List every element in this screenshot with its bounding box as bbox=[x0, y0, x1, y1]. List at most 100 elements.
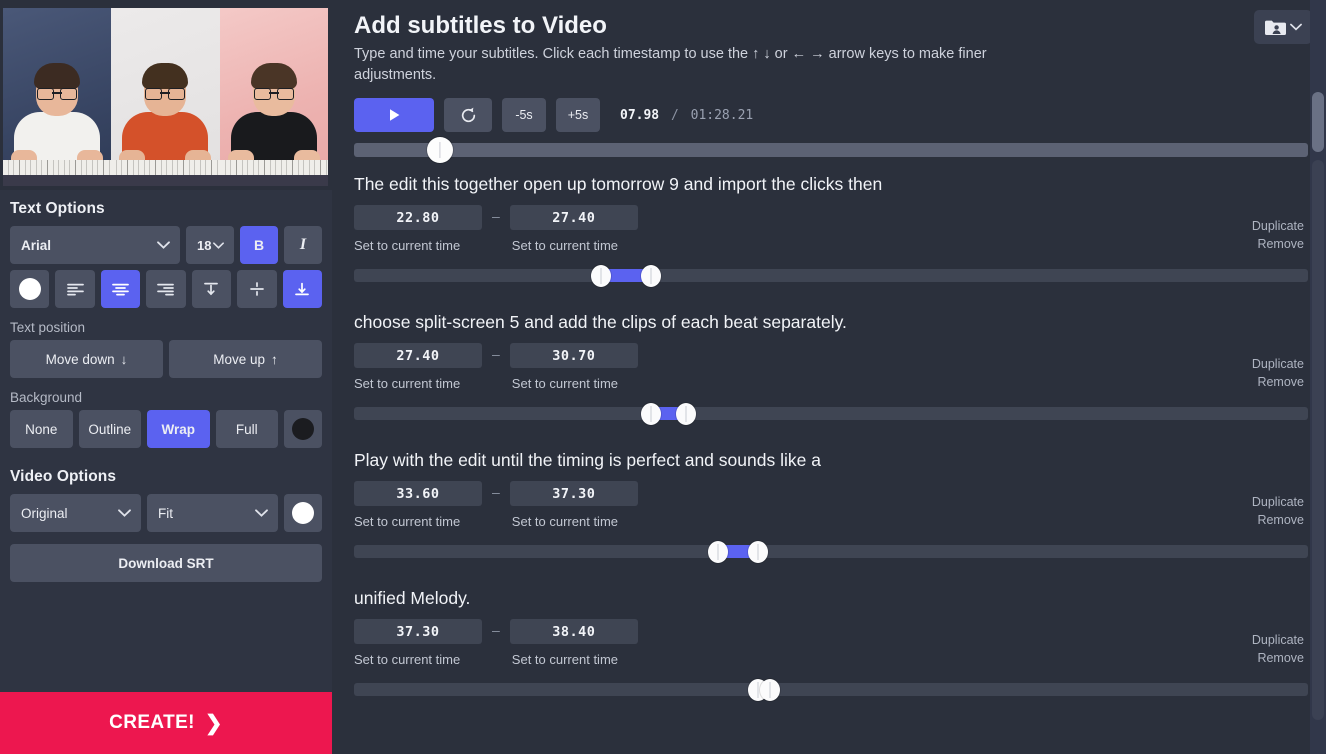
background-option-full[interactable]: Full bbox=[215, 410, 278, 448]
subtitle-text-input[interactable]: The edit this together open up tomorrow … bbox=[354, 171, 1308, 205]
start-time-field: 27.40 Set to current time bbox=[354, 343, 482, 391]
restart-button[interactable] bbox=[444, 98, 492, 133]
subtitle-entry-actions: Duplicate Remove bbox=[1252, 631, 1304, 667]
current-time: 07.98 bbox=[620, 107, 660, 123]
duplicate-link[interactable]: Duplicate bbox=[1252, 493, 1304, 511]
main-panel: Add subtitles to Video Type and time you… bbox=[332, 0, 1326, 754]
create-label: CREATE! bbox=[109, 712, 195, 733]
background-row: None Outline Wrap Full bbox=[10, 410, 322, 448]
move-up-button[interactable]: Move up ↑ bbox=[169, 340, 322, 378]
play-button[interactable] bbox=[354, 98, 434, 133]
keyboard-instrument bbox=[111, 160, 220, 186]
subtitle-entry: Play with the edit until the timing is p… bbox=[354, 447, 1308, 563]
set-end-to-current-time[interactable]: Set to current time bbox=[510, 376, 638, 391]
range-knob-start[interactable] bbox=[640, 402, 661, 425]
valign-middle-icon[interactable] bbox=[237, 270, 277, 308]
start-time-input[interactable]: 33.60 bbox=[354, 481, 482, 507]
subtitle-entry-actions: Duplicate Remove bbox=[1252, 217, 1304, 253]
account-menu-button[interactable] bbox=[1254, 10, 1312, 44]
duplicate-link[interactable]: Duplicate bbox=[1252, 217, 1304, 235]
remove-link[interactable]: Remove bbox=[1252, 235, 1304, 253]
align-right-icon[interactable] bbox=[146, 270, 186, 308]
set-start-to-current-time[interactable]: Set to current time bbox=[354, 652, 482, 667]
move-down-button[interactable]: Move down ↓ bbox=[10, 340, 163, 378]
end-time-input[interactable]: 27.40 bbox=[509, 205, 638, 231]
text-position-row: Move down ↓ Move up ↑ bbox=[10, 340, 322, 378]
start-time-field: 37.30 Set to current time bbox=[354, 619, 482, 667]
set-end-to-current-time[interactable]: Set to current time bbox=[510, 652, 638, 667]
app-root: Text Options Arial 18 B I Text position … bbox=[0, 0, 1326, 754]
italic-label: I bbox=[299, 236, 307, 253]
font-size-select[interactable]: 18 bbox=[186, 226, 234, 264]
video-timeline-slider[interactable] bbox=[354, 137, 1308, 164]
subtitle-range-slider[interactable] bbox=[354, 402, 1308, 425]
end-time-field: 38.40 Set to current time bbox=[509, 619, 638, 667]
subtitle-entry-actions: Duplicate Remove bbox=[1252, 355, 1304, 391]
background-wrap-label: Wrap bbox=[161, 421, 195, 437]
range-knob-end[interactable] bbox=[675, 402, 696, 425]
range-knob-end[interactable] bbox=[640, 264, 661, 287]
set-end-to-current-time[interactable]: Set to current time bbox=[510, 514, 638, 529]
move-down-label: Move down bbox=[45, 351, 115, 367]
video-preview[interactable] bbox=[0, 0, 332, 190]
timeline-knob[interactable] bbox=[426, 137, 453, 164]
font-family-select[interactable]: Arial bbox=[10, 226, 180, 264]
bold-label: B bbox=[253, 237, 265, 253]
background-option-wrap[interactable]: Wrap bbox=[147, 410, 210, 448]
folder-user-icon bbox=[1264, 19, 1286, 36]
align-left-icon[interactable] bbox=[55, 270, 95, 308]
background-color-swatch[interactable] bbox=[284, 410, 322, 448]
background-option-outline[interactable]: Outline bbox=[78, 410, 141, 448]
start-time-input[interactable]: 37.30 bbox=[354, 619, 482, 645]
start-time-input[interactable]: 27.40 bbox=[354, 343, 482, 369]
page-scrollbar[interactable] bbox=[1310, 0, 1326, 754]
remove-link[interactable]: Remove bbox=[1252, 511, 1304, 529]
duplicate-link[interactable]: Duplicate bbox=[1252, 631, 1304, 649]
subtitle-entry-actions: Duplicate Remove bbox=[1252, 493, 1304, 529]
chevron-right-icon: ❯ bbox=[204, 711, 223, 735]
end-time-field: 37.30 Set to current time bbox=[509, 481, 638, 529]
range-knob-end[interactable] bbox=[759, 678, 780, 701]
subtitle-text-input[interactable]: Play with the edit until the timing is p… bbox=[354, 447, 1308, 481]
end-time-input[interactable]: 38.40 bbox=[509, 619, 638, 645]
subtitle-range-slider[interactable] bbox=[354, 678, 1308, 701]
subtitle-text-input[interactable]: unified Melody. bbox=[354, 585, 1308, 619]
video-background-color-swatch[interactable] bbox=[284, 494, 322, 532]
download-srt-button[interactable]: Download SRT bbox=[10, 544, 322, 582]
video-quality-select[interactable]: Original bbox=[10, 494, 141, 532]
start-time-input[interactable]: 22.80 bbox=[354, 205, 482, 231]
remove-link[interactable]: Remove bbox=[1252, 373, 1304, 391]
range-knob-start[interactable] bbox=[591, 264, 612, 287]
range-knob-start[interactable] bbox=[708, 540, 729, 563]
subtitle-text-input[interactable]: choose split-screen 5 and add the clips … bbox=[354, 309, 1308, 343]
set-end-to-current-time[interactable]: Set to current time bbox=[510, 238, 638, 253]
duplicate-link[interactable]: Duplicate bbox=[1252, 355, 1304, 373]
total-time: 01:28.21 bbox=[690, 107, 754, 123]
create-button[interactable]: CREATE! ❯ bbox=[0, 692, 332, 754]
forward-5s-button[interactable]: +5s bbox=[556, 98, 600, 133]
range-knob-end[interactable] bbox=[748, 540, 769, 563]
scrollbar-thumb[interactable] bbox=[1312, 92, 1324, 152]
rewind-5s-button[interactable]: -5s bbox=[502, 98, 546, 133]
subtitle-range-slider[interactable] bbox=[354, 264, 1308, 287]
background-option-none[interactable]: None bbox=[10, 410, 73, 448]
end-time-input[interactable]: 30.70 bbox=[509, 343, 638, 369]
valign-bottom-icon[interactable] bbox=[282, 270, 322, 308]
video-fit-select[interactable]: Fit bbox=[147, 494, 278, 532]
set-start-to-current-time[interactable]: Set to current time bbox=[354, 376, 482, 391]
italic-button[interactable]: I bbox=[284, 226, 322, 264]
text-color-swatch[interactable] bbox=[10, 270, 50, 308]
chevron-down-icon bbox=[213, 241, 224, 249]
keyboard-instrument bbox=[219, 160, 328, 186]
align-center-icon[interactable] bbox=[100, 270, 141, 308]
remove-link[interactable]: Remove bbox=[1252, 649, 1304, 667]
subtitle-range-slider[interactable] bbox=[354, 540, 1308, 563]
scrollbar-track[interactable] bbox=[1312, 160, 1324, 720]
bold-button[interactable]: B bbox=[240, 226, 278, 264]
valign-top-icon[interactable] bbox=[191, 270, 232, 308]
set-start-to-current-time[interactable]: Set to current time bbox=[354, 514, 482, 529]
start-time-field: 22.80 Set to current time bbox=[354, 205, 482, 253]
set-start-to-current-time[interactable]: Set to current time bbox=[354, 238, 482, 253]
end-time-input[interactable]: 37.30 bbox=[509, 481, 638, 507]
subtitle-entry: choose split-screen 5 and add the clips … bbox=[354, 309, 1308, 425]
